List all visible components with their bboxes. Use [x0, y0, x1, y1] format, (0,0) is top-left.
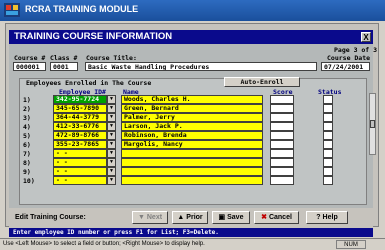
- dropdown-arrow-icon[interactable]: ▼: [107, 158, 116, 167]
- dropdown-arrow-icon[interactable]: ▼: [107, 149, 116, 158]
- class-num-label: Class #: [50, 54, 78, 62]
- enrollment-label: Employees Enrolled in The Course: [26, 79, 152, 87]
- score-field[interactable]: [270, 104, 294, 113]
- floppy-disk-icon: ▣: [218, 214, 226, 221]
- score-field[interactable]: [270, 140, 294, 149]
- row-number: 5): [23, 132, 31, 140]
- scrollbar-thumb[interactable]: [370, 120, 375, 128]
- employee-id-field[interactable]: - -: [53, 167, 107, 176]
- form-title: TRAINING COURSE INFORMATION: [14, 31, 173, 42]
- dropdown-arrow-icon[interactable]: ▼: [107, 113, 116, 122]
- score-field[interactable]: [270, 149, 294, 158]
- cancel-button[interactable]: ✖ Cancel: [254, 211, 299, 224]
- status-field[interactable]: [323, 122, 333, 131]
- score-field[interactable]: [270, 158, 294, 167]
- button-bar-label: Edit Training Course:: [15, 214, 86, 221]
- row-number: 6): [23, 141, 31, 149]
- row-number: 2): [23, 105, 31, 113]
- employee-name-field: [121, 158, 263, 167]
- status-field[interactable]: [323, 131, 333, 140]
- status-field[interactable]: [323, 176, 333, 185]
- row-number: 1): [23, 96, 31, 104]
- status-bar: Use <Left Mouse> to select a field or bu…: [0, 238, 385, 250]
- help-button[interactable]: ? Help: [306, 211, 348, 224]
- employee-name-field: [121, 149, 263, 158]
- employee-id-field[interactable]: 364-44-3779: [53, 113, 107, 122]
- save-button[interactable]: ▣ Save: [212, 211, 250, 224]
- course-num-field[interactable]: 000001: [13, 62, 46, 71]
- up-arrow-icon: ▲: [177, 214, 185, 221]
- course-num-label: Course #: [14, 54, 46, 62]
- auto-enroll-button[interactable]: Auto-Enroll: [224, 77, 300, 87]
- status-field[interactable]: [323, 113, 333, 122]
- dropdown-arrow-icon[interactable]: ▼: [107, 131, 116, 140]
- employee-id-field[interactable]: - -: [53, 158, 107, 167]
- course-date-field[interactable]: 07/24/2001: [321, 62, 370, 71]
- next-button[interactable]: ▼ Next: [132, 211, 168, 224]
- window-title: RCRA TRAINING MODULE: [25, 4, 139, 14]
- employee-id-field[interactable]: 472-89-8766: [53, 131, 107, 140]
- course-title-field[interactable]: Basic Waste Handling Procedures: [85, 62, 317, 71]
- question-mark-icon: ?: [316, 214, 321, 221]
- score-field[interactable]: [270, 113, 294, 122]
- course-date-label: Course Date: [327, 54, 371, 62]
- status-field[interactable]: [323, 149, 333, 158]
- score-field[interactable]: [270, 131, 294, 140]
- row-number: 8): [23, 159, 31, 167]
- close-button[interactable]: X: [361, 32, 371, 42]
- employee-name-field: Larson, Jack P.: [121, 122, 263, 131]
- dropdown-arrow-icon[interactable]: ▼: [107, 104, 116, 113]
- row-number: 3): [23, 114, 31, 122]
- employee-id-field[interactable]: 345-65-7890: [53, 104, 107, 113]
- row-number: 4): [23, 123, 31, 131]
- dropdown-arrow-icon[interactable]: ▼: [107, 140, 116, 149]
- status-field[interactable]: [323, 167, 333, 176]
- score-field[interactable]: [270, 167, 294, 176]
- rcra-logo-icon: [4, 3, 20, 17]
- score-field[interactable]: [270, 122, 294, 131]
- score-field[interactable]: [270, 176, 294, 185]
- employee-name-field: Woods, Charles H.: [121, 95, 263, 104]
- num-lock-indicator: NUM: [336, 240, 366, 249]
- class-num-field[interactable]: 0001: [50, 62, 78, 71]
- status-message: Use <Left Mouse> to select a field or bu…: [3, 241, 205, 247]
- form-titlebar: TRAINING COURSE INFORMATION X: [9, 30, 373, 44]
- employee-name-field: Green, Bernard: [121, 104, 263, 113]
- row-number: 9): [23, 168, 31, 176]
- employee-name-field: [121, 167, 263, 176]
- hint-bar: Enter employee ID number or press F1 for…: [9, 228, 373, 237]
- dropdown-arrow-icon[interactable]: ▼: [107, 95, 116, 104]
- row-number: 7): [23, 150, 31, 158]
- employee-name-field: Margolis, Nancy: [121, 140, 263, 149]
- employee-name-field: Palmer, Jerry: [121, 113, 263, 122]
- dropdown-arrow-icon[interactable]: ▼: [107, 167, 116, 176]
- cancel-x-icon: ✖: [261, 214, 267, 221]
- employee-id-field[interactable]: 412-33-6776: [53, 122, 107, 131]
- employee-id-field[interactable]: - -: [53, 176, 107, 185]
- employee-id-field[interactable]: 342-95-7724: [53, 95, 107, 104]
- course-title-label: Course Title:: [86, 54, 137, 62]
- vertical-scrollbar[interactable]: [369, 93, 376, 155]
- employee-name-field: [121, 176, 263, 185]
- dropdown-arrow-icon[interactable]: ▼: [107, 176, 116, 185]
- score-field[interactable]: [270, 95, 294, 104]
- employee-id-field[interactable]: 355-23-7865: [53, 140, 107, 149]
- window-titlebar: RCRA TRAINING MODULE: [0, 0, 385, 21]
- page-info: Page 3 of 3: [334, 46, 378, 54]
- employee-name-field: Robinson, Brenda: [121, 131, 263, 140]
- row-number: 10): [23, 177, 35, 185]
- status-field[interactable]: [323, 95, 333, 104]
- employee-id-field[interactable]: - -: [53, 149, 107, 158]
- status-field[interactable]: [323, 140, 333, 149]
- down-arrow-icon: ▼: [137, 214, 145, 221]
- status-field[interactable]: [323, 104, 333, 113]
- dropdown-arrow-icon[interactable]: ▼: [107, 122, 116, 131]
- prior-button[interactable]: ▲ Prior: [172, 211, 208, 224]
- status-field[interactable]: [323, 158, 333, 167]
